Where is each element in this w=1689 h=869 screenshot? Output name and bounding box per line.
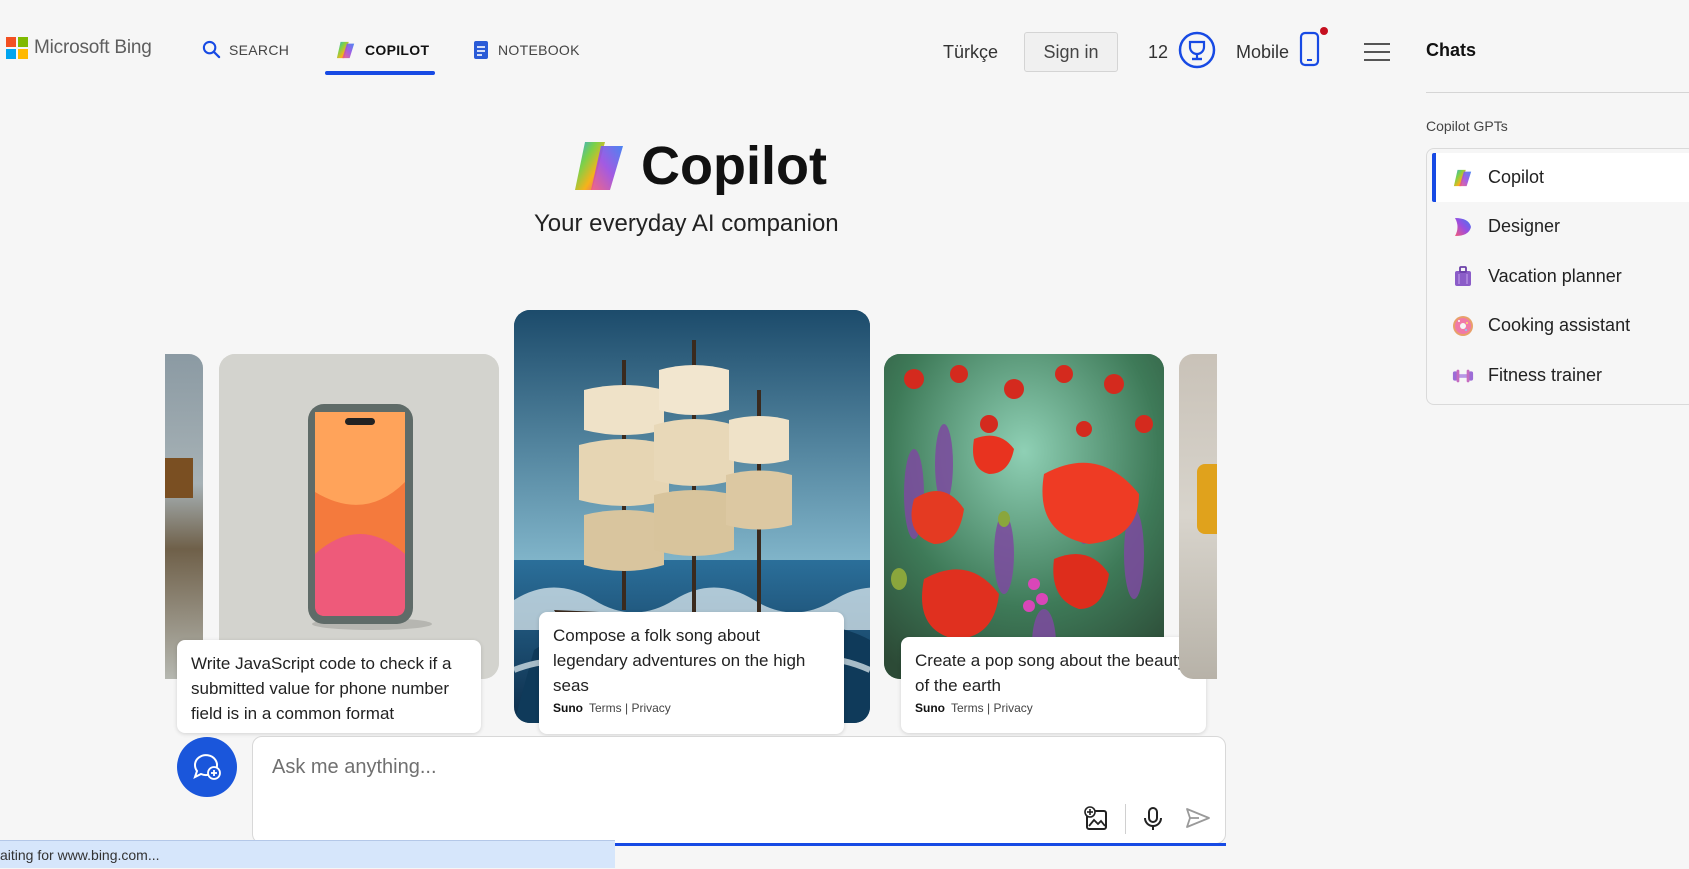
bing-logo[interactable]: Microsoft Bing [6, 37, 152, 59]
partial-card-detail [165, 458, 193, 498]
sign-in-button[interactable]: Sign in [1024, 32, 1118, 72]
ask-input-box[interactable] [252, 736, 1226, 844]
terms-privacy-links[interactable]: Terms | Privacy [589, 701, 671, 715]
composer-divider [1125, 804, 1126, 834]
gpt-item-label: Copilot [1488, 167, 1545, 187]
add-image-icon[interactable] [1084, 806, 1110, 837]
card-caption-poppies[interactable]: Create a pop song about the beauty of th… [901, 637, 1206, 733]
copilot-hero-logo-icon [571, 138, 629, 199]
nav-copilot-label: COPILOT [365, 42, 430, 58]
gpt-item-fitness-trainer[interactable]: Fitness trainer [1432, 351, 1689, 400]
carousel-card-poppies[interactable] [884, 354, 1164, 679]
gpt-item-label: Vacation planner [1488, 266, 1622, 286]
copilot-icon [1452, 167, 1474, 189]
brand-name: Microsoft Bing [34, 37, 152, 58]
provider-suno[interactable]: Suno [915, 701, 945, 715]
card-caption-ship-meta: Suno Terms | Privacy [553, 700, 830, 716]
card-caption-poppies-meta: Suno Terms | Privacy [915, 700, 1192, 716]
new-topic-button[interactable] [177, 737, 237, 797]
mobile-link[interactable]: Mobile [1236, 42, 1289, 63]
ask-input-placeholder[interactable]: Ask me anything... [272, 756, 437, 779]
provider-suno[interactable]: Suno [553, 701, 583, 715]
search-icon [202, 40, 221, 59]
nav-copilot[interactable]: COPILOT [335, 40, 429, 60]
dumbbell-icon [1452, 365, 1474, 387]
mobile-phone-icon[interactable] [1297, 27, 1331, 76]
chats-heading: Chats [1426, 40, 1477, 60]
poppies-image-icon [884, 354, 1164, 679]
sidebar-divider [1426, 92, 1689, 93]
nav-search-label: SEARCH [229, 41, 290, 58]
microsoft-logo-icon [6, 37, 28, 59]
gpt-item-label: Fitness trainer [1488, 365, 1603, 385]
browser-status-bar: aiting for www.bing.com... [0, 840, 615, 868]
card-caption-phone-text: Write JavaScript code to check if a subm… [191, 654, 452, 723]
composer-focus-underline [615, 843, 1226, 846]
gpt-item-vacation-planner[interactable]: Vacation planner [1432, 252, 1689, 301]
card-caption-poppies-text: Create a pop song about the beauty of th… [915, 651, 1187, 695]
language-link[interactable]: Türkçe [943, 42, 998, 63]
card-caption-ship-text: Compose a folk song about legendary adve… [553, 626, 806, 695]
partial-card-detail [1197, 464, 1217, 534]
gpt-item-cooking-assistant[interactable]: Cooking assistant [1432, 301, 1689, 350]
gpt-item-copilot[interactable]: Copilot [1432, 153, 1689, 202]
suitcase-icon [1452, 265, 1474, 288]
microphone-icon[interactable] [1143, 806, 1163, 837]
carousel-card-partial-right[interactable] [1179, 354, 1217, 679]
carousel-card-partial-left[interactable] [165, 354, 203, 679]
gpt-item-designer[interactable]: Designer [1432, 202, 1689, 251]
rewards-trophy-icon[interactable] [1178, 31, 1216, 74]
terms-privacy-links[interactable]: Terms | Privacy [951, 701, 1033, 715]
nav-notebook[interactable]: NOTEBOOK [472, 40, 580, 60]
hero-subtitle: Your everyday AI companion [534, 210, 839, 237]
copilot-gpts-label: Copilot GPTs [1426, 118, 1508, 134]
nav-notebook-label: NOTEBOOK [498, 42, 580, 58]
donut-icon [1452, 315, 1474, 337]
active-tab-indicator [325, 71, 435, 75]
card-caption-ship[interactable]: Compose a folk song about legendary adve… [539, 612, 844, 734]
menu-hamburger-icon[interactable] [1364, 37, 1390, 67]
new-chat-icon [193, 754, 221, 780]
nav-search[interactable]: SEARCH [202, 40, 289, 59]
notebook-icon [474, 41, 488, 59]
send-icon[interactable] [1185, 806, 1211, 835]
rewards-count[interactable]: 12 [1148, 42, 1168, 63]
phone-image-icon [219, 354, 499, 679]
copilot-icon [336, 41, 355, 59]
gpt-item-label: Designer [1488, 216, 1561, 236]
hero-title: Copilot [641, 136, 827, 196]
carousel-card-phone[interactable] [219, 354, 499, 679]
designer-icon [1452, 216, 1474, 238]
card-caption-phone[interactable]: Write JavaScript code to check if a subm… [177, 640, 481, 733]
gpt-item-label: Cooking assistant [1488, 315, 1631, 335]
